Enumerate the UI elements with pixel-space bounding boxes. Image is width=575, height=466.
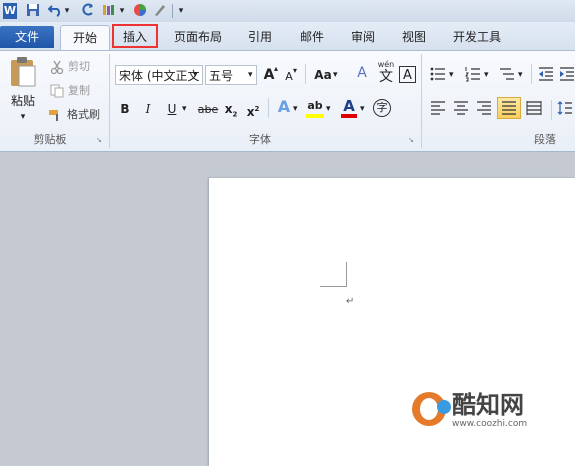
tab-file[interactable]: 文件 [0, 26, 54, 48]
pinyin-guide-button[interactable]: 文 [377, 68, 395, 86]
underline-button[interactable]: U [165, 100, 179, 118]
align-right-icon[interactable] [476, 100, 492, 116]
font-separator [305, 64, 306, 84]
save-icon[interactable] [26, 3, 40, 19]
copy-icon[interactable] [50, 84, 64, 98]
watermark-url: www.coozhi.com [452, 419, 528, 429]
font-launcher-icon[interactable]: ↘ [408, 137, 415, 144]
paragraph-mark: ↵ [346, 296, 355, 307]
justify-icon [502, 101, 516, 115]
watermark-brand: 酷知网 [452, 391, 524, 419]
bullets-icon[interactable] [430, 66, 446, 82]
align-center-icon[interactable] [453, 100, 469, 116]
undo-icon[interactable] [47, 3, 62, 19]
paragraph-separator [531, 64, 532, 84]
tab-references[interactable]: 引用 [242, 26, 278, 48]
font-separator-2 [268, 98, 269, 118]
pen-icon[interactable] [153, 3, 167, 19]
clipboard-launcher-icon[interactable]: ↘ [96, 137, 103, 144]
font-size-value: 五号 [209, 69, 234, 83]
redo-icon[interactable] [80, 3, 94, 19]
text-effects-dropdown-icon[interactable]: ▾ [293, 104, 298, 114]
subscript-button[interactable]: x2 [224, 100, 238, 118]
multilevel-dropdown-icon[interactable]: ▾ [518, 70, 523, 80]
tab-page-layout[interactable]: 页面布局 [168, 26, 228, 48]
tab-view[interactable]: 视图 [396, 26, 432, 48]
subscript-mark: 2 [232, 110, 238, 119]
undo-dropdown-icon[interactable]: ▾ [63, 3, 71, 19]
shrink-font-arrow-icon: ▾ [293, 66, 298, 75]
distributed-icon[interactable] [526, 100, 542, 116]
strikethrough-button[interactable]: abe [197, 101, 219, 119]
decrease-indent-icon[interactable] [538, 66, 554, 82]
numbering-dropdown-icon[interactable]: ▾ [484, 70, 489, 80]
tab-developer[interactable]: 开发工具 [447, 26, 507, 48]
line-spacing-icon[interactable] [557, 100, 573, 116]
paste-icon[interactable] [8, 56, 38, 88]
font-color-bar [341, 114, 357, 118]
change-case-dropdown-icon[interactable]: ▾ [333, 70, 338, 80]
highlight-color-bar [306, 114, 324, 118]
clipboard-group-label: 剪贴板 [33, 133, 67, 146]
qat-separator [172, 4, 173, 18]
font-name-value: 宋体 (中文正文 [119, 69, 200, 83]
quick-access-toolbar: W ▾ ▾ ▾ [0, 0, 575, 23]
font-color-button[interactable]: A [341, 97, 357, 115]
page-margin-corner-mark [320, 262, 347, 287]
font-color-dropdown-icon[interactable]: ▾ [360, 104, 365, 114]
group-separator-2 [421, 54, 422, 148]
enclose-char-button[interactable]: 字 [373, 99, 391, 117]
underline-dropdown-icon[interactable]: ▾ [182, 104, 187, 114]
highlight-dropdown-icon[interactable]: ▾ [326, 104, 331, 114]
justify-button[interactable] [497, 97, 521, 119]
bold-button[interactable]: B [118, 100, 132, 118]
char-border-button[interactable]: A [399, 66, 416, 83]
color-wheel-icon[interactable] [133, 3, 147, 19]
highlight-button[interactable]: ab [306, 97, 324, 115]
clear-format-button[interactable]: A [354, 64, 370, 82]
superscript-mark: 2 [254, 105, 260, 113]
paste-dropdown-icon[interactable]: ▾ [18, 108, 28, 126]
grow-font-arrow-icon: ▴ [274, 64, 279, 73]
italic-button[interactable]: I [141, 100, 155, 118]
word-app-icon[interactable]: W [3, 3, 17, 19]
brush-dropdown-icon[interactable]: ▾ [118, 3, 126, 19]
insert-tab-highlight-box [112, 24, 158, 48]
watermark-logo-inner [420, 398, 438, 420]
cut-icon[interactable] [50, 60, 64, 75]
font-size-dropdown-icon[interactable]: ▾ [248, 70, 253, 80]
tab-home-label: 开始 [72, 31, 97, 45]
increase-indent-icon[interactable] [559, 66, 575, 82]
customize-qat-icon[interactable]: ▾ [176, 3, 186, 19]
format-painter-icon[interactable] [48, 108, 64, 122]
change-case-button[interactable]: Aa [313, 66, 333, 84]
tab-home[interactable]: 开始 [60, 25, 110, 51]
cut-button[interactable]: 剪切 [68, 59, 90, 75]
align-left-icon[interactable] [430, 100, 446, 116]
paragraph-separator-2 [551, 100, 552, 120]
tab-mailings[interactable]: 邮件 [294, 26, 330, 48]
copy-button[interactable]: 复制 [68, 83, 90, 99]
font-name-select[interactable]: 宋体 (中文正文 [115, 65, 203, 85]
tab-review[interactable]: 审阅 [345, 26, 381, 48]
watermark-logo-dot [437, 400, 451, 414]
format-brush-icon[interactable] [101, 3, 117, 19]
bullets-dropdown-icon[interactable]: ▾ [449, 70, 454, 80]
numbering-icon[interactable] [465, 66, 481, 82]
paragraph-group-label: 段落 [534, 133, 556, 146]
multilevel-list-icon[interactable] [499, 66, 515, 82]
superscript-button[interactable]: x2 [246, 100, 260, 119]
text-effects-button[interactable]: A [276, 98, 292, 116]
font-group-label: 字体 [249, 133, 271, 146]
format-painter-button[interactable]: 格式刷 [67, 107, 100, 123]
font-name-dropdown-icon[interactable]: ▾ [193, 70, 198, 80]
